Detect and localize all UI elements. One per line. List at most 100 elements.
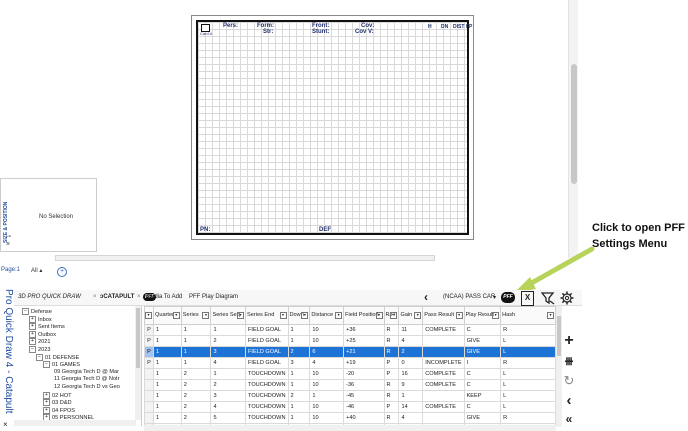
row-marker-cell[interactable] bbox=[144, 390, 154, 402]
table-row[interactable]: P 1 1 1 FIELD GOAL 1 10 +36 R 11 COMPLETE C R bbox=[144, 324, 556, 336]
close-icon[interactable]: × bbox=[6, 241, 10, 248]
collapse-icon[interactable]: − bbox=[22, 308, 29, 315]
canvas-horizontal-scrollbar[interactable] bbox=[55, 255, 435, 261]
table-cell[interactable]: 10 bbox=[309, 324, 345, 336]
table-cell[interactable]: 11 bbox=[398, 324, 424, 336]
table-cell[interactable]: R bbox=[383, 346, 400, 358]
table-cell[interactable]: 2 bbox=[210, 335, 246, 347]
table-cell[interactable]: FIELD GOAL bbox=[245, 335, 289, 347]
table-cell[interactable]: P bbox=[383, 401, 400, 413]
table-cell[interactable]: P bbox=[383, 368, 400, 380]
row-marker-cell[interactable]: P bbox=[144, 324, 154, 336]
tree-item[interactable]: −01 DEFENSE bbox=[36, 353, 79, 361]
table-cell[interactable]: 0 bbox=[398, 357, 424, 369]
table-row[interactable]: 1 2 5 TOUCHDOWN 1 10 +40 R 4 GIVE R bbox=[144, 412, 556, 424]
table-cell[interactable]: +40 bbox=[343, 412, 385, 424]
catapult-icon[interactable]: ‹ bbox=[424, 290, 428, 304]
tree-item[interactable]: +2021 bbox=[29, 338, 50, 346]
tree-item[interactable]: −01 GAMES bbox=[43, 361, 80, 369]
table-row[interactable]: P 1 1 3 FIELD GOAL 2 6 +21 R 2 GIVE L bbox=[144, 346, 556, 358]
table-cell[interactable]: 10 bbox=[309, 379, 345, 391]
table-cell[interactable]: 1 bbox=[152, 390, 182, 402]
column-filter-icon[interactable]: ▾ bbox=[455, 312, 463, 319]
table-cell[interactable] bbox=[422, 390, 465, 402]
collapse-icon[interactable]: − bbox=[36, 353, 43, 361]
table-cell[interactable]: 1 bbox=[309, 390, 345, 402]
table-cell[interactable]: 1 bbox=[398, 390, 424, 402]
table-cell[interactable]: L bbox=[500, 390, 556, 402]
column-header[interactable]: Hash ▾ bbox=[500, 306, 556, 325]
tree-item[interactable]: + Sent Items bbox=[29, 323, 65, 331]
table-cell[interactable]: 1 bbox=[152, 346, 182, 358]
expand-icon[interactable]: + bbox=[29, 315, 36, 323]
table-cell[interactable]: 1 bbox=[152, 335, 182, 347]
expand-icon[interactable]: + bbox=[29, 338, 36, 346]
table-cell[interactable]: 1 bbox=[152, 324, 182, 336]
table-cell[interactable]: +21 bbox=[343, 346, 385, 358]
table-cell[interactable]: 1 bbox=[152, 357, 182, 369]
column-filter-icon[interactable]: ▾ bbox=[279, 312, 287, 319]
table-cell[interactable]: 1 bbox=[152, 368, 182, 380]
table-cell[interactable]: L bbox=[500, 401, 556, 413]
chevron-down-icon[interactable]: ▾ bbox=[493, 294, 496, 301]
tree-vertical-scrollbar[interactable] bbox=[135, 306, 141, 420]
table-cell[interactable]: 1 bbox=[180, 335, 212, 347]
table-cell[interactable]: 4 bbox=[398, 412, 424, 424]
table-cell[interactable]: R bbox=[383, 379, 400, 391]
table-cell[interactable]: -46 bbox=[343, 401, 385, 413]
table-row[interactable]: P 1 1 2 FIELD GOAL 1 10 +25 R 4 GIVE L bbox=[144, 335, 556, 347]
excel-export-icon[interactable]: X bbox=[521, 291, 534, 306]
expand-icon[interactable]: + bbox=[43, 406, 50, 414]
table-cell[interactable]: 1 bbox=[152, 412, 182, 424]
tree-item[interactable]: + Inbox bbox=[29, 315, 52, 323]
tab-catapult[interactable]: ↄCATAPULT bbox=[100, 294, 134, 300]
table-row[interactable]: 1 2 3 TOUCHDOWN 2 1 -45 R 1 KEEP L bbox=[144, 390, 556, 402]
table-row[interactable]: 1 2 4 TOUCHDOWN 1 10 -46 P 14 COMPLETE C L bbox=[144, 401, 556, 413]
table-cell[interactable]: 2 bbox=[398, 346, 424, 358]
column-filter-icon[interactable]: ▾ bbox=[202, 312, 210, 319]
table-cell[interactable]: R bbox=[383, 324, 400, 336]
row-marker-cell[interactable]: P bbox=[144, 357, 154, 369]
table-cell[interactable]: TOUCHDOWN bbox=[245, 390, 289, 402]
table-row[interactable]: 1 2 1 TOUCHDOWN 1 10 -20 P 16 COMPLETE C L bbox=[144, 368, 556, 380]
close-icon[interactable]: × bbox=[3, 420, 8, 429]
filter-icon[interactable] bbox=[541, 292, 555, 305]
table-cell[interactable]: R bbox=[500, 412, 556, 424]
table-cell[interactable]: 4 bbox=[309, 357, 345, 369]
row-marker-cell[interactable] bbox=[144, 368, 154, 380]
column-filter-icon[interactable]: ▾ bbox=[144, 312, 152, 319]
table-cell[interactable]: 1 bbox=[287, 368, 311, 380]
table-cell[interactable]: GIVE bbox=[463, 335, 502, 347]
column-header[interactable]: Gain ▾ bbox=[398, 306, 424, 325]
pff-settings-button[interactable]: PFF bbox=[501, 292, 515, 303]
column-header[interactable]: Down ▾ bbox=[287, 306, 311, 325]
column-header[interactable]: Quarter ▾ bbox=[152, 306, 182, 325]
table-cell[interactable]: 2 bbox=[210, 379, 246, 391]
table-cell[interactable]: 1 bbox=[210, 368, 246, 380]
table-cell[interactable]: 10 bbox=[309, 412, 345, 424]
table-cell[interactable]: 1 bbox=[287, 412, 311, 424]
table-cell[interactable]: TOUCHDOWN bbox=[245, 412, 289, 424]
column-filter-icon[interactable]: ▾ bbox=[237, 312, 244, 319]
table-cell[interactable]: 3 bbox=[287, 357, 311, 369]
table-cell[interactable]: 2 bbox=[180, 368, 212, 380]
table-cell[interactable]: 1 bbox=[180, 324, 212, 336]
column-filter-icon[interactable]: ▾ bbox=[335, 312, 343, 319]
expand-icon[interactable]: + bbox=[29, 323, 36, 331]
table-cell[interactable]: 4 bbox=[210, 357, 246, 369]
table-cell[interactable]: 1 bbox=[152, 401, 182, 413]
table-cell[interactable]: +36 bbox=[343, 324, 385, 336]
column-header[interactable]: Pass Result ▾ bbox=[422, 306, 465, 325]
table-cell[interactable]: P bbox=[383, 357, 400, 369]
table-cell[interactable]: 16 bbox=[398, 368, 424, 380]
table-cell[interactable] bbox=[422, 412, 465, 424]
table-cell[interactable]: -45 bbox=[343, 390, 385, 402]
column-filter-icon[interactable]: ▾ bbox=[390, 312, 398, 319]
table-cell[interactable]: TOUCHDOWN bbox=[245, 379, 289, 391]
scrollbar-thumb[interactable] bbox=[571, 64, 577, 184]
canvas-vertical-scrollbar[interactable] bbox=[568, 0, 578, 258]
tree-item[interactable]: −2023 bbox=[29, 346, 50, 353]
row-marker-cell[interactable]: P bbox=[144, 346, 154, 358]
table-cell[interactable]: L bbox=[500, 335, 556, 347]
collapse-icon[interactable]: − bbox=[29, 346, 36, 353]
